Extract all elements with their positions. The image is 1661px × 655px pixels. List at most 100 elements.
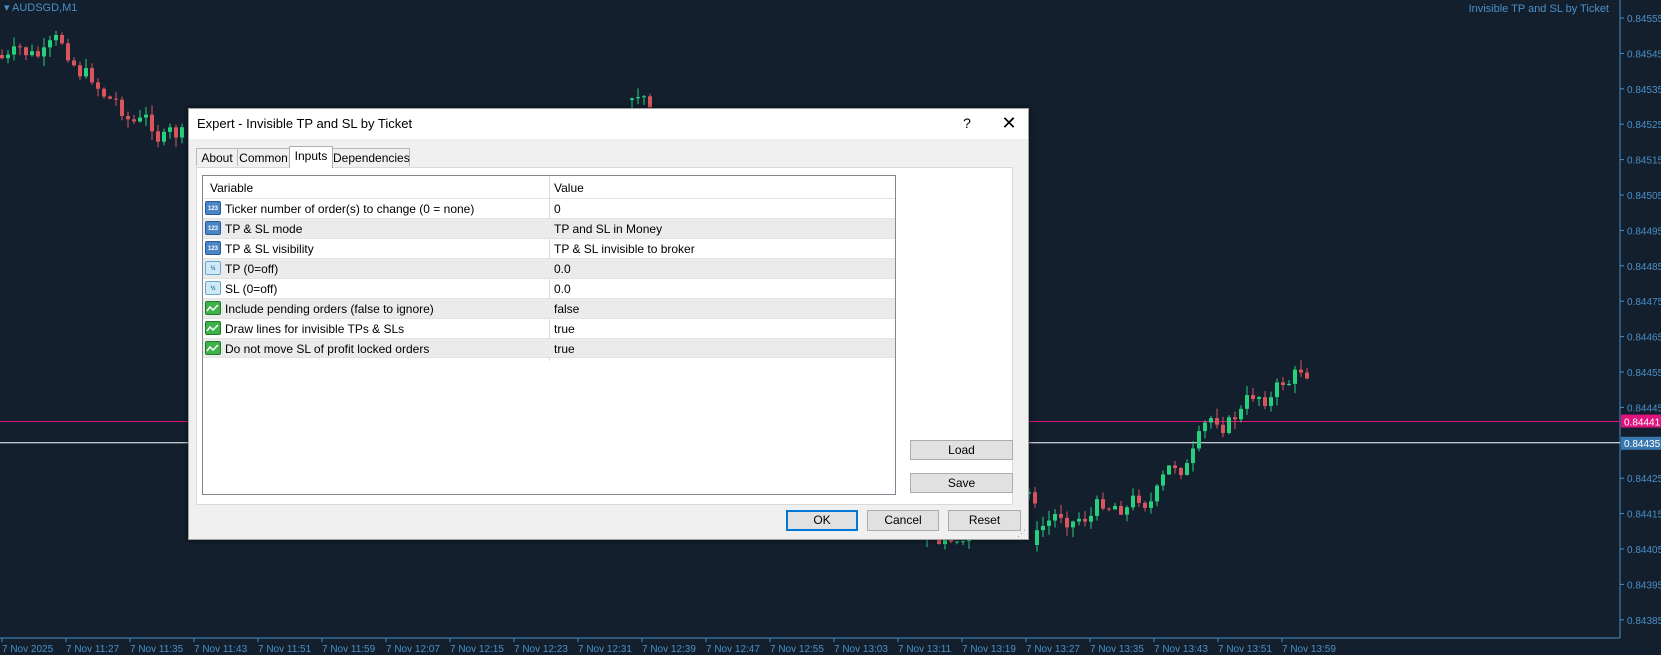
candle-body — [1269, 397, 1273, 406]
help-button[interactable]: ? — [957, 113, 977, 133]
candle-body — [60, 35, 64, 44]
time-tick-label: 7 Nov 13:27 — [1026, 644, 1080, 655]
column-variable[interactable]: Variable — [210, 181, 253, 195]
dialog-title: Expert - Invisible TP and SL by Ticket — [197, 116, 413, 131]
price-tick-label: 0.84485 — [1627, 262, 1661, 273]
variable-value[interactable]: true — [554, 322, 575, 336]
price-tick-label: 0.84415 — [1627, 510, 1661, 521]
candle-body — [1215, 418, 1219, 425]
candle-body — [1287, 383, 1291, 386]
time-tick-label: 7 Nov 12:23 — [514, 644, 568, 655]
candle-body — [36, 51, 40, 57]
tab-common[interactable]: Common — [237, 148, 290, 166]
time-tick-label: 7 Nov 12:55 — [770, 644, 824, 655]
tab-dependencies[interactable]: Dependencies — [332, 148, 410, 166]
price-tick-label: 0.84525 — [1627, 120, 1661, 131]
column-value[interactable]: Value — [554, 181, 584, 195]
candle-body — [1257, 397, 1261, 400]
double-type-icon: ½ — [205, 281, 221, 295]
input-row[interactable]: Do not move SL of profit locked orders t… — [203, 338, 895, 358]
candle-body — [1083, 518, 1087, 522]
candle-body — [138, 117, 142, 122]
inputs-grid[interactable]: Variable Value 123 Ticker number of orde… — [202, 175, 896, 495]
candle-body — [120, 99, 124, 116]
boolean-type-icon — [205, 341, 221, 355]
candle-body — [66, 43, 70, 61]
candle-body — [30, 51, 34, 56]
time-tick-label: 7 Nov 11:43 — [194, 644, 248, 655]
price-tick-label: 0.84475 — [1627, 297, 1661, 308]
candle-body — [1125, 507, 1129, 515]
price-tick-label: 0.84515 — [1627, 156, 1661, 167]
candle-body — [1065, 517, 1069, 528]
tab-inputs[interactable]: Inputs — [289, 146, 333, 168]
close-icon[interactable]: ✕ — [997, 113, 1021, 133]
candle-body — [126, 115, 130, 120]
candle-body — [1077, 518, 1081, 522]
variable-name: TP (0=off) — [225, 262, 279, 276]
time-tick-label: 7 Nov 13:19 — [962, 644, 1016, 655]
candle-body — [1033, 492, 1037, 504]
cancel-button[interactable]: Cancel — [867, 510, 939, 531]
variable-name: TP & SL visibility — [225, 242, 314, 256]
variable-value[interactable]: TP and SL in Money — [554, 222, 662, 236]
input-row[interactable]: 123 TP & SL mode TP and SL in Money — [203, 218, 895, 238]
candle-body — [1245, 395, 1249, 409]
variable-value[interactable]: true — [554, 342, 575, 356]
price-tick-label: 0.84545 — [1627, 49, 1661, 60]
candle-body — [90, 68, 94, 83]
variable-value[interactable]: 0.0 — [554, 262, 571, 276]
candle-body — [1119, 505, 1123, 515]
candle-body — [1107, 508, 1111, 510]
candle-body — [1089, 515, 1093, 522]
variable-value[interactable]: TP & SL invisible to broker — [554, 242, 695, 256]
variable-value[interactable]: 0 — [554, 202, 561, 216]
candle-body — [1179, 468, 1183, 476]
load-button[interactable]: Load — [910, 440, 1013, 460]
candle-body — [150, 114, 154, 132]
time-tick-label: 7 Nov 11:51 — [258, 644, 312, 655]
candle-body — [642, 96, 646, 98]
price-tick-label: 0.84395 — [1627, 580, 1661, 591]
candle-body — [1059, 514, 1063, 518]
input-row[interactable]: 123 Ticker number of order(s) to change … — [203, 198, 895, 218]
time-tick-label: 7 Nov 13:03 — [834, 644, 888, 655]
symbol-label[interactable]: ▾ AUDSGD,M1 — [4, 1, 77, 14]
time-tick-label: 7 Nov 13:51 — [1218, 644, 1272, 655]
input-row[interactable]: 123 TP & SL visibility TP & SL invisible… — [203, 238, 895, 258]
candle-body — [630, 98, 634, 100]
candle-body — [1239, 408, 1243, 420]
tab-about[interactable]: About — [196, 148, 238, 166]
input-row[interactable]: ½ SL (0=off) 0.0 — [203, 278, 895, 298]
candle-body — [144, 114, 148, 118]
ok-button[interactable]: OK — [786, 510, 858, 531]
double-type-icon: ½ — [205, 261, 221, 275]
candle-body — [12, 46, 16, 55]
time-tick-label: 7 Nov 12:47 — [706, 644, 760, 655]
variable-value[interactable]: false — [554, 302, 579, 316]
candle-body — [42, 47, 46, 57]
candle-body — [72, 60, 76, 66]
expert-label[interactable]: Invisible TP and SL by Ticket — [1469, 3, 1609, 15]
input-row[interactable]: Include pending orders (false to ignore)… — [203, 298, 895, 318]
candle-body — [1203, 422, 1207, 432]
dropdown-triangle-icon: ▾ — [4, 2, 12, 14]
candle-body — [1209, 418, 1213, 423]
level-price-label: 0.84441 — [1624, 418, 1661, 429]
input-row[interactable]: ½ TP (0=off) 0.0 — [203, 258, 895, 278]
save-button[interactable]: Save — [910, 473, 1013, 493]
candle-body — [1185, 463, 1189, 476]
variable-name: SL (0=off) — [225, 282, 278, 296]
variable-value[interactable]: 0.0 — [554, 282, 571, 296]
price-tick-label: 0.84405 — [1627, 545, 1661, 556]
resize-grip-icon[interactable]: ⋰ — [1017, 528, 1027, 538]
time-tick-label: 7 Nov 13:43 — [1154, 644, 1208, 655]
variable-name: Ticker number of order(s) to change (0 =… — [225, 202, 475, 216]
variable-name: Include pending orders (false to ignore) — [225, 302, 434, 316]
candle-body — [180, 127, 184, 138]
reset-button[interactable]: Reset — [948, 510, 1021, 531]
candle-body — [1299, 369, 1303, 373]
price-tick-label: 0.84425 — [1627, 474, 1661, 485]
candle-body — [1227, 417, 1231, 434]
input-row[interactable]: Draw lines for invisible TPs & SLs true — [203, 318, 895, 338]
